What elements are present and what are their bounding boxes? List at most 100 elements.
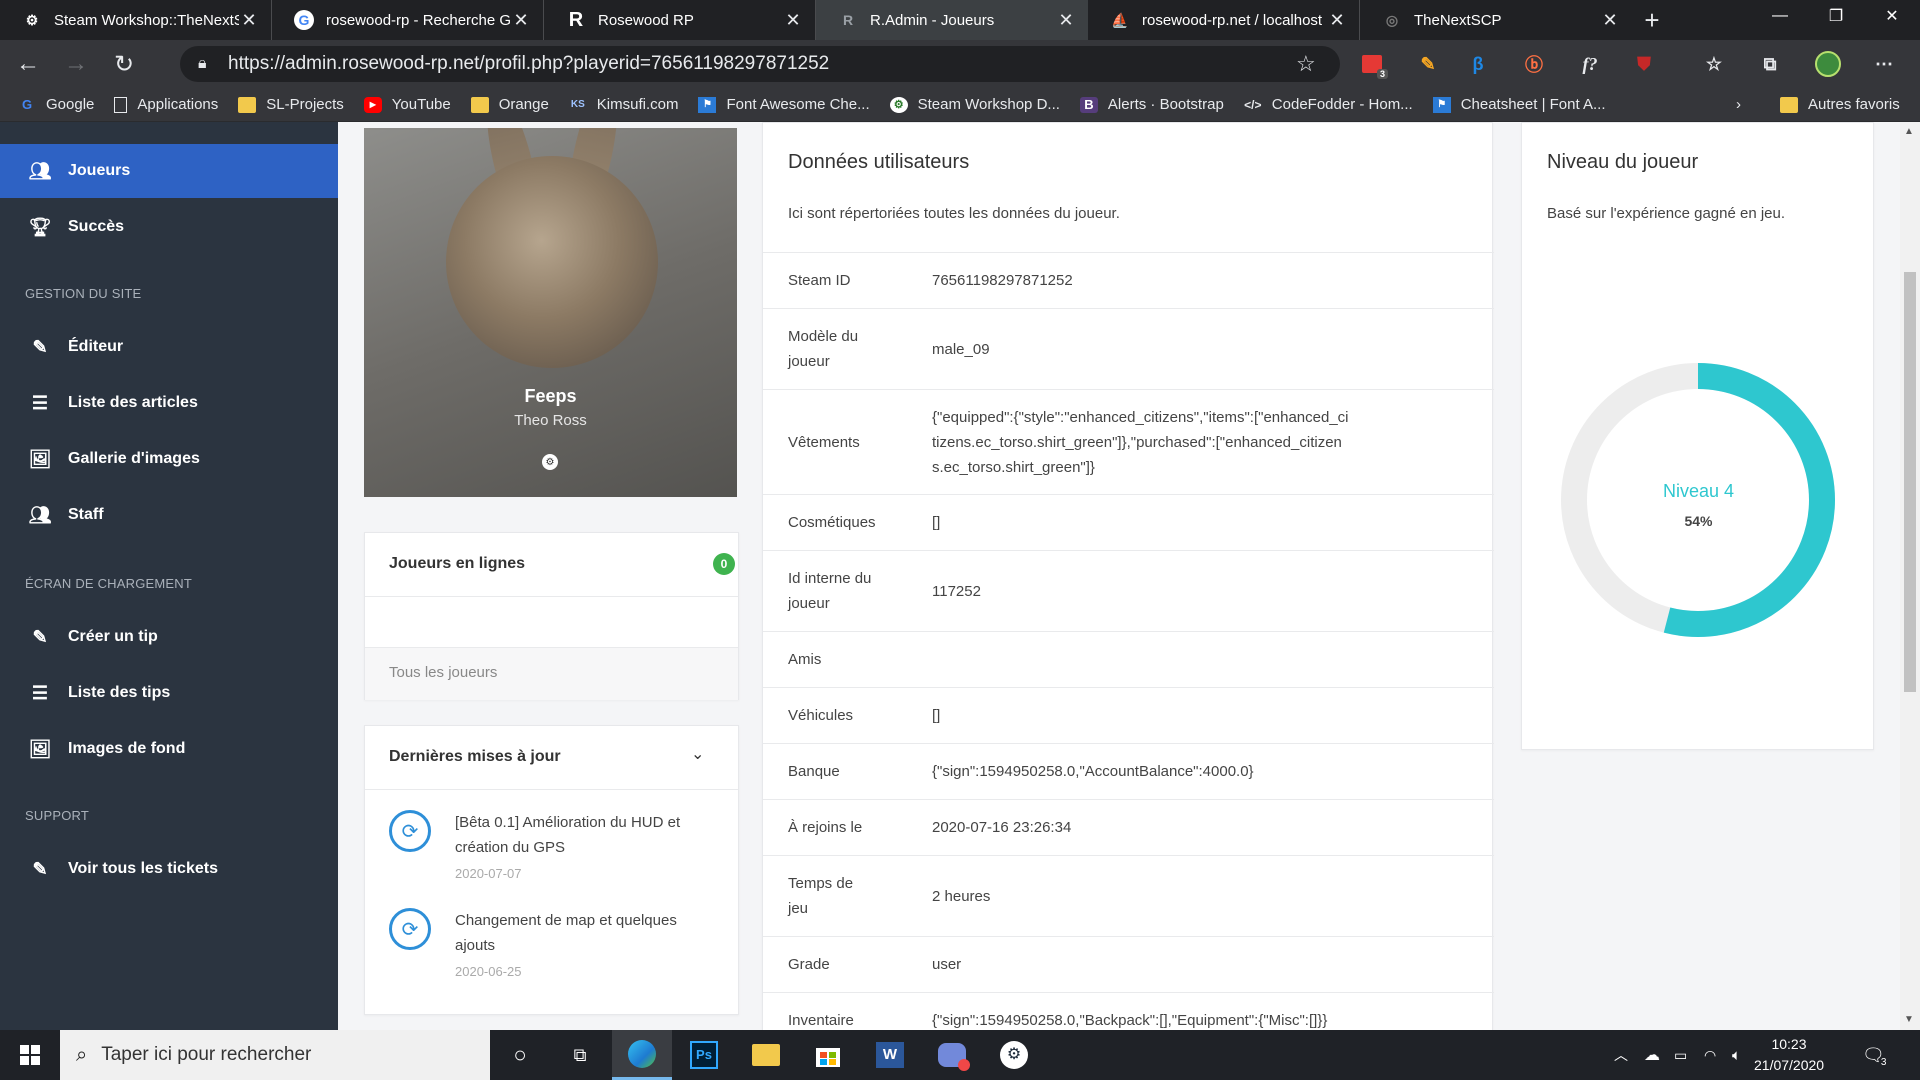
taskbar-edge-icon[interactable] [612, 1030, 672, 1080]
back-button[interactable]: ← [8, 44, 48, 84]
browser-tab[interactable]: R Rosewood RP ✕ [544, 0, 816, 40]
close-tab-icon[interactable]: ✕ [1600, 10, 1620, 31]
tray-chevron-up-icon[interactable]: ︿ [1614, 1030, 1628, 1080]
sidebar-item-label: Voir tous les tickets [68, 860, 218, 877]
extension-b-icon[interactable]: β [1460, 46, 1496, 82]
data-value: user [932, 956, 962, 973]
close-tab-icon[interactable]: ✕ [511, 10, 531, 31]
windows-start-button[interactable] [0, 1030, 60, 1080]
search-placeholder: Taper ici pour rechercher [101, 1044, 312, 1065]
close-window-button[interactable]: ✕ [1864, 0, 1920, 32]
browser-tab[interactable]: ⚙ Steam Workshop::TheNextSCP ✕ [0, 0, 272, 40]
onedrive-icon[interactable]: ☁ [1644, 1030, 1660, 1080]
bookmark-google[interactable]: G Google [18, 96, 94, 113]
kimsufi-icon: KS [570, 99, 585, 110]
bookmark-cheatsheet[interactable]: ⚑ Cheatsheet | Font A... [1432, 96, 1606, 113]
data-row: Inventaire {"sign":1594950258.0,"Backpac… [763, 992, 1494, 1030]
bookmark-bootstrap[interactable]: B Alerts · Bootstrap [1079, 96, 1224, 113]
taskbar-search-box[interactable]: ⌕ Taper ici pour rechercher [60, 1030, 490, 1080]
steam-icon: ⚙ [889, 96, 908, 113]
sidebar-item-liste-articles[interactable]: ☰ Liste des articles [0, 376, 338, 430]
ublock-icon[interactable]: ⛊ [1626, 46, 1662, 82]
extension-font-icon[interactable]: f? [1572, 46, 1608, 82]
all-players-link[interactable]: Tous les joueurs [389, 664, 497, 681]
browser-tab[interactable]: ◎ TheNextSCP ✕ [1360, 0, 1632, 40]
browser-tab[interactable]: ⛵ rosewood-rp.net / localhost ✕ [1088, 0, 1360, 40]
maximize-button[interactable]: ❐ [1808, 0, 1864, 32]
bookmark-label: Kimsufi.com [596, 96, 679, 113]
bookmark-star-icon[interactable]: ☆ [1296, 51, 1340, 77]
close-tab-icon[interactable]: ✕ [1056, 10, 1076, 31]
folder-icon [470, 96, 489, 113]
steam-icon[interactable]: ⚙ [542, 454, 558, 470]
sidebar-item-tickets[interactable]: ✎ Voir tous les tickets [0, 842, 338, 896]
taskbar-steam-icon[interactable]: ⚙ [984, 1030, 1044, 1080]
battery-icon[interactable]: ▭ [1674, 1030, 1687, 1080]
extension-eyedropper-icon[interactable]: ✎ [1410, 46, 1446, 82]
menu-icon[interactable]: ⋯ [1866, 46, 1902, 82]
update-date: 2020-06-25 [455, 964, 522, 979]
chevron-down-icon[interactable]: ⌄ [691, 744, 704, 764]
bookmark-other-favorites[interactable]: Autres favoris [1780, 96, 1900, 113]
browser-tab[interactable]: G rosewood-rp - Recherche Google ✕ [272, 0, 544, 40]
bookmark-orange[interactable]: Orange [470, 96, 549, 113]
latest-updates-title: Dernières mises à jour [389, 748, 561, 765]
notifications-icon[interactable]: 🗨︎ 3 [1862, 1030, 1886, 1080]
close-tab-icon[interactable]: ✕ [239, 10, 259, 31]
profile-avatar[interactable] [1810, 46, 1846, 82]
minimize-button[interactable]: — [1752, 0, 1808, 32]
taskbar-explorer-icon[interactable] [736, 1030, 796, 1080]
sidebar-item-creer-tip[interactable]: ✎ Créer un tip [0, 610, 338, 664]
scroll-down-arrow-icon[interactable]: ▼ [1904, 1014, 1914, 1025]
collections-icon[interactable]: ⧉ [1752, 46, 1788, 82]
taskbar-clock[interactable]: 10:23 21/07/2020 [1754, 1034, 1824, 1076]
browser-tab-active[interactable]: R R.Admin - Joueurs ✕ [816, 0, 1088, 40]
sidebar-section-heading: SUPPORT [25, 808, 90, 823]
steam-icon: ⚙ [25, 11, 39, 28]
address-bar[interactable]: 🔒︎ https://admin.rosewood-rp.net/profil.… [180, 46, 1340, 82]
sidebar-section-heading: ÉCRAN DE CHARGEMENT [25, 576, 193, 591]
update-item[interactable]: ⟳ Changement de map et quelques ajouts 2… [389, 908, 709, 988]
reading-list-icon[interactable]: ☆ [1696, 46, 1732, 82]
reload-button[interactable]: ↻ [104, 44, 144, 84]
volume-icon[interactable]: 🔈︎ [1732, 1030, 1741, 1080]
data-key: Id interne du joueur [788, 570, 872, 612]
update-item[interactable]: ⟳ [Bêta 0.1] Amélioration du HUD et créa… [389, 810, 709, 890]
sidebar-item-staff[interactable]: 👥︎ Staff [0, 488, 338, 542]
bookmark-sl-projects[interactable]: SL-Projects [238, 96, 344, 113]
update-title: Changement de map et quelques ajouts [455, 912, 677, 954]
flag-icon: ⚑ [698, 96, 717, 113]
bookmark-kimsufi[interactable]: KS Kimsufi.com [569, 96, 679, 113]
forward-button[interactable]: → [56, 44, 96, 84]
scroll-up-arrow-icon[interactable]: ▲ [1904, 126, 1914, 137]
taskbar-word-icon[interactable]: W [860, 1030, 920, 1080]
sidebar-item-liste-tips[interactable]: ☰ Liste des tips [0, 666, 338, 720]
sidebar-item-joueurs[interactable]: 👥︎ Joueurs [0, 144, 338, 198]
bookmark-codefodder[interactable]: </> CodeFodder - Hom... [1244, 96, 1413, 113]
taskbar-photoshop-icon[interactable]: Ps [674, 1030, 734, 1080]
sidebar-item-images-fond[interactable]: 🖼︎ Images de fond [0, 722, 338, 776]
task-view-icon[interactable]: ⧉ [550, 1030, 610, 1080]
cortana-icon[interactable]: ○ [490, 1030, 550, 1080]
close-tab-icon[interactable]: ✕ [1327, 10, 1347, 31]
scrollbar-thumb[interactable] [1904, 272, 1916, 692]
bookmark-youtube[interactable]: ▶ YouTube [363, 96, 451, 113]
latest-updates-card: Dernières mises à jour ⌄ ⟳ [Bêta 0.1] Am… [364, 725, 739, 1015]
bookmark-applications[interactable]: Applications [114, 96, 218, 113]
taskbar-discord-icon[interactable] [922, 1030, 982, 1080]
new-tab-button[interactable]: + [1632, 0, 1672, 40]
page-scrollbar[interactable]: ▲ ▼ [1900, 122, 1920, 1030]
bookmark-steam-workshop[interactable]: ⚙ Steam Workshop D... [889, 96, 1060, 113]
close-tab-icon[interactable]: ✕ [783, 10, 803, 31]
extension-calendar-icon[interactable]: 3 [1354, 46, 1390, 82]
taskbar-store-icon[interactable] [798, 1030, 858, 1080]
sidebar-item-succes[interactable]: 🏆︎ Succès [0, 200, 338, 254]
extension-b-orange-icon[interactable]: ⓑ [1516, 46, 1552, 82]
sidebar-item-editeur[interactable]: ✎ Éditeur [0, 320, 338, 374]
url-text[interactable]: https://admin.rosewood-rp.net/profil.php… [228, 53, 1296, 75]
lock-icon: 🔒︎ [198, 55, 207, 72]
bookmarks-overflow-chevron-icon[interactable]: › [1736, 96, 1741, 113]
sidebar-item-gallerie[interactable]: 🖼︎ Gallerie d'images [0, 432, 338, 486]
bookmark-font-awesome[interactable]: ⚑ Font Awesome Che... [698, 96, 870, 113]
wifi-icon[interactable]: ◠ [1704, 1030, 1716, 1080]
